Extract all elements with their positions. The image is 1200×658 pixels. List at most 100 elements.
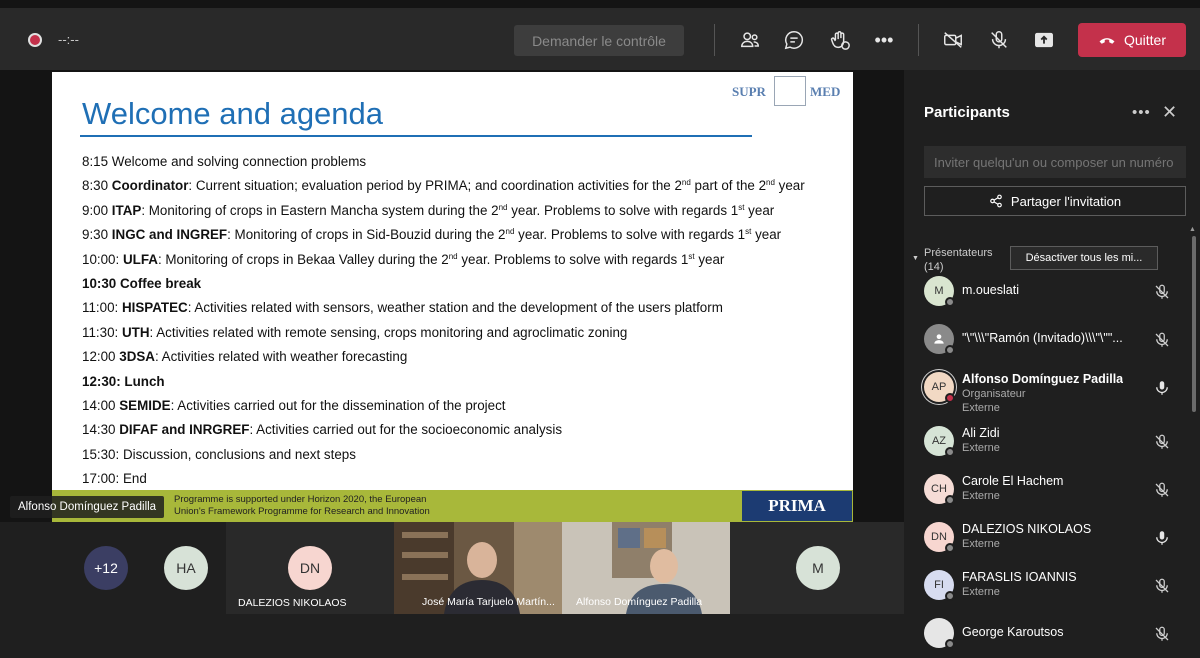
avatar-initials: AZ [931, 435, 947, 447]
agenda-time: 11:00: [82, 300, 119, 316]
shared-slide: Welcome and agenda SUPR MED 8:15 Welcome… [52, 72, 853, 522]
participant-row[interactable]: CH Carole El Hachem Externe [904, 466, 1200, 514]
tile-name: José María Tarjuelo Martín... [422, 596, 555, 608]
presenter-name-tag: Alfonso Domínguez Padilla [10, 496, 165, 518]
reactions-icon[interactable] [827, 27, 853, 53]
agenda-time: 9:00 [82, 202, 109, 218]
agenda-item: 14:00 SEMIDE: Activities carried out for… [82, 394, 852, 418]
agenda-description: : Activities carried out for the dissemi… [170, 397, 506, 413]
agenda-organization: ITAP [111, 202, 142, 218]
participant-name: "\"\\\"Ramón (Invitado)\\\"\""... [962, 331, 1123, 345]
mic-on-icon[interactable] [1153, 529, 1171, 547]
avatar: FI [924, 570, 955, 601]
agenda-organization: 10:30 Coffee break [82, 275, 202, 291]
participant-row[interactable]: DN DALEZIOS NIKOLAOS Externe [904, 514, 1200, 562]
logo-text-left: SUPR [732, 84, 766, 99]
agenda-list: 8:15 Welcome and solving connection prob… [82, 150, 852, 491]
participant-role: Externe [962, 586, 1000, 598]
participant-tile[interactable]: HA [152, 522, 224, 614]
mic-off-icon[interactable] [1153, 331, 1171, 349]
meeting-toolbar: --:-- Demander le contrôle ••• Quitter [0, 0, 1200, 70]
agenda-organization: HISPATEC [121, 300, 188, 316]
agenda-item: 8:30 Coordinator: Current situation; eva… [82, 174, 852, 198]
agenda-time: 8:30 [82, 178, 109, 194]
participant-tile[interactable]: M [730, 522, 904, 614]
mic-off-icon[interactable] [1153, 625, 1171, 643]
agenda-organization: Coordinator [111, 178, 189, 194]
meeting-timer: --:-- [58, 32, 79, 47]
mic-off-icon[interactable] [1153, 577, 1171, 595]
presence-status-icon [945, 345, 955, 355]
participant-name: Alfonso Domínguez Padilla [962, 372, 1124, 386]
participant-row[interactable]: George Karoutsos [904, 610, 1200, 658]
toolbar-divider [918, 24, 919, 56]
avatar: M [796, 546, 840, 590]
close-icon[interactable]: ✕ [1162, 102, 1177, 123]
overflow-tile[interactable]: +12 [62, 522, 152, 614]
agenda-description: : Activities related with weather foreca… [154, 349, 408, 365]
chat-icon[interactable] [781, 27, 807, 53]
participant-row[interactable]: AZ Ali Zidi Externe [904, 418, 1200, 466]
prima-logo: PRIMA [742, 491, 852, 521]
agenda-organization: SEMIDE [119, 397, 171, 413]
avatar: M [924, 276, 955, 307]
avatar: CH [924, 474, 955, 505]
avatar: AP [924, 372, 955, 403]
invite-input[interactable] [924, 146, 1186, 178]
participant-video-tile[interactable]: Alfonso Domínguez Padilla [562, 522, 730, 614]
agenda-time: 15:30: [82, 446, 120, 462]
participant-role: Organisateur [962, 388, 1026, 400]
participant-video-tile[interactable]: José María Tarjuelo Martín... [394, 522, 562, 614]
agenda-time: 10:00: [82, 251, 120, 267]
share-invite-button[interactable]: Partager l'invitation [924, 186, 1186, 216]
avatar-initials: M [934, 285, 944, 297]
avatar: DN [288, 546, 332, 590]
mic-on-icon[interactable] [1153, 379, 1171, 397]
participants-icon[interactable] [737, 27, 763, 53]
agenda-description: : Monitoring of crops in Bekaa Valley du… [157, 251, 725, 267]
participant-row[interactable]: "\"\\\"Ramón (Invitado)\\\"\""... [904, 316, 1200, 364]
overflow-count-badge: +12 [84, 546, 128, 590]
agenda-item: 12:30: Lunch [82, 370, 852, 394]
agenda-time: 17:00: [82, 471, 120, 487]
mute-all-button[interactable]: Désactiver tous les mi... [1010, 246, 1158, 270]
mic-off-icon[interactable] [1153, 481, 1171, 499]
avatar: HA [164, 546, 208, 590]
request-control-button[interactable]: Demander le contrôle [514, 25, 684, 56]
agenda-item: 11:30: UTH: Activities related with remo… [82, 321, 852, 345]
mic-off-icon[interactable] [986, 27, 1012, 53]
agenda-organization: 3DSA [119, 349, 155, 365]
agenda-item: 17:00: End [82, 467, 852, 491]
panel-more-icon[interactable]: ••• [1132, 104, 1151, 121]
participant-row[interactable]: FI FARASLIS IOANNIS Externe [904, 562, 1200, 610]
scroll-up-icon[interactable]: ▲ [1189, 226, 1196, 233]
avatar-initials: AP [931, 381, 947, 393]
agenda-item: 9:00 ITAP: Monitoring of crops in Easter… [82, 199, 852, 223]
agenda-description: Welcome and solving connection problems [111, 154, 367, 169]
participant-name: FARASLIS IOANNIS [962, 570, 1077, 584]
presence-status-icon [945, 447, 955, 457]
participant-row[interactable]: Mm.oueslati [904, 268, 1200, 316]
participant-role: Externe [962, 490, 1000, 502]
section-label: Présentateurs [924, 247, 993, 259]
agenda-item: 12:00 3DSA: Activities related with weat… [82, 345, 852, 369]
presence-status-icon [945, 639, 955, 649]
panel-title: Participants [924, 104, 1010, 121]
leave-meeting-button[interactable]: Quitter [1078, 23, 1186, 57]
participant-tile[interactable]: DN DALEZIOS NIKOLAOS [226, 522, 394, 614]
mic-off-icon[interactable] [1153, 433, 1171, 451]
guest-icon [934, 334, 944, 344]
agenda-organization: UTH [121, 324, 150, 340]
camera-off-icon[interactable] [940, 27, 966, 53]
agenda-organization: ULFA [122, 251, 158, 267]
avatar: AZ [924, 426, 955, 457]
participant-row[interactable]: AP Alfonso Domínguez Padilla Organisateur E… [904, 364, 1200, 414]
presence-status-icon [945, 297, 955, 307]
tile-name: DALEZIOS NIKOLAOS [238, 597, 347, 609]
mic-off-icon[interactable] [1153, 283, 1171, 301]
more-options-icon[interactable]: ••• [871, 27, 897, 53]
agenda-item: 10:30 Coffee break [82, 272, 852, 296]
agenda-time: 11:30: [82, 324, 119, 340]
slide-footer: Programme is supported under Horizon 202… [52, 490, 853, 522]
share-tray-icon[interactable] [1031, 27, 1057, 53]
